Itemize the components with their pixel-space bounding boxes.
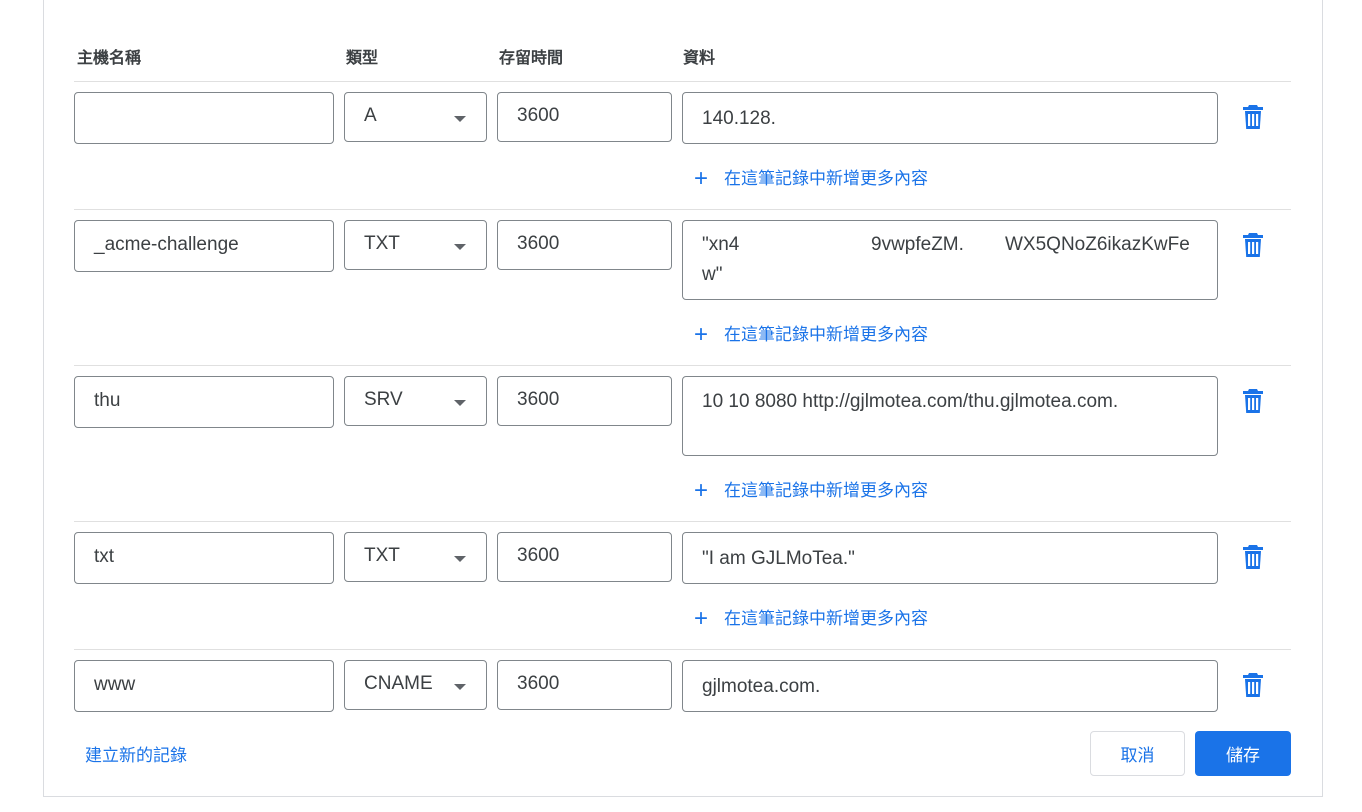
hostname-value: thu — [94, 390, 121, 411]
ttl-value: 3600 — [517, 105, 560, 126]
record-divider — [74, 521, 1291, 522]
type-value: A — [364, 105, 377, 126]
header-type: 類型 — [346, 50, 379, 67]
type-select[interactable]: CNAME — [344, 660, 487, 710]
add-more-label: 在這筆記錄中新增更多內容 — [724, 325, 928, 344]
cancel-button[interactable]: 取消 — [1090, 731, 1185, 776]
plus-icon: + — [694, 165, 709, 192]
hostname-field[interactable]: www — [74, 660, 334, 712]
hostname-field[interactable] — [74, 92, 334, 144]
hostname-value: www — [94, 674, 136, 695]
type-select[interactable]: A — [344, 92, 487, 142]
plus-icon: + — [694, 605, 709, 632]
create-new-record-link[interactable]: 建立新的記錄 — [85, 741, 187, 766]
record-divider — [74, 649, 1291, 650]
data-field[interactable]: 140.128. — [682, 92, 1218, 144]
trash-icon[interactable] — [1241, 672, 1265, 698]
add-more-content-link[interactable]: + 在這筆記錄中新增更多內容 — [694, 164, 928, 192]
trash-icon[interactable] — [1241, 232, 1265, 258]
data-value-part: "xn4 — [702, 234, 740, 255]
caret-down-icon — [454, 684, 466, 690]
header-divider — [74, 81, 1291, 82]
hostname-field[interactable]: txt — [74, 532, 334, 584]
ttl-field[interactable]: 3600 — [497, 660, 672, 710]
ttl-field[interactable]: 3600 — [497, 376, 672, 426]
header-data: 資料 — [683, 50, 716, 67]
ttl-field[interactable]: 3600 — [497, 220, 672, 270]
hostname-value: txt — [94, 546, 115, 567]
data-field[interactable]: 10 10 8080 http://gjlmotea.com/thu.gjlmo… — [682, 376, 1218, 456]
caret-down-icon — [454, 244, 466, 250]
record-divider — [74, 365, 1291, 366]
caret-down-icon — [454, 116, 466, 122]
ttl-value: 3600 — [517, 673, 560, 694]
type-select[interactable]: SRV — [344, 376, 487, 426]
add-more-content-link[interactable]: + 在這筆記錄中新增更多內容 — [694, 604, 928, 632]
hostname-field[interactable]: _acme-challenge — [74, 220, 334, 272]
plus-icon: + — [694, 477, 709, 504]
type-select[interactable]: TXT — [344, 220, 487, 270]
trash-icon[interactable] — [1241, 388, 1265, 414]
ttl-value: 3600 — [517, 233, 560, 254]
data-value: 140.128. — [702, 108, 776, 129]
ttl-field[interactable]: 3600 — [497, 532, 672, 582]
type-select[interactable]: TXT — [344, 532, 487, 582]
data-value: "I am GJLMoTea." — [702, 548, 855, 569]
data-field[interactable]: "I am GJLMoTea." — [682, 532, 1218, 584]
trash-icon[interactable] — [1241, 104, 1265, 130]
add-more-content-link[interactable]: + 在這筆記錄中新增更多內容 — [694, 320, 928, 348]
data-value: 10 10 8080 http://gjlmotea.com/thu.gjlmo… — [702, 391, 1119, 412]
add-more-label: 在這筆記錄中新增更多內容 — [724, 609, 928, 628]
ttl-value: 3600 — [517, 545, 560, 566]
data-value-part: 9vwpfeZM. — [871, 234, 964, 255]
caret-down-icon — [454, 400, 466, 406]
data-value-part: WX5QNoZ6ikazKwFe — [1005, 234, 1190, 255]
type-value: TXT — [364, 233, 400, 254]
add-more-label: 在這筆記錄中新增更多內容 — [724, 169, 928, 188]
data-field[interactable]: "xn4 9vwpfeZM. WX5QNoZ6ikazKwFe w" — [682, 220, 1218, 300]
plus-icon: + — [694, 321, 709, 348]
data-value: gjlmotea.com. — [702, 676, 821, 697]
data-field[interactable]: gjlmotea.com. — [682, 660, 1218, 712]
type-value: SRV — [364, 389, 403, 410]
header-ttl: 存留時間 — [499, 50, 564, 67]
ttl-value: 3600 — [517, 389, 560, 410]
data-value-part: w" — [702, 264, 723, 285]
type-value: TXT — [364, 545, 400, 566]
add-more-content-link[interactable]: + 在這筆記錄中新增更多內容 — [694, 476, 928, 504]
caret-down-icon — [454, 556, 466, 562]
record-divider — [74, 209, 1291, 210]
hostname-field[interactable]: thu — [74, 376, 334, 428]
ttl-field[interactable]: 3600 — [497, 92, 672, 142]
add-more-label: 在這筆記錄中新增更多內容 — [724, 481, 928, 500]
header-hostname: 主機名稱 — [77, 50, 142, 67]
trash-icon[interactable] — [1241, 544, 1265, 570]
hostname-value: _acme-challenge — [94, 234, 239, 255]
save-button[interactable]: 儲存 — [1195, 731, 1291, 776]
type-value: CNAME — [364, 673, 433, 694]
